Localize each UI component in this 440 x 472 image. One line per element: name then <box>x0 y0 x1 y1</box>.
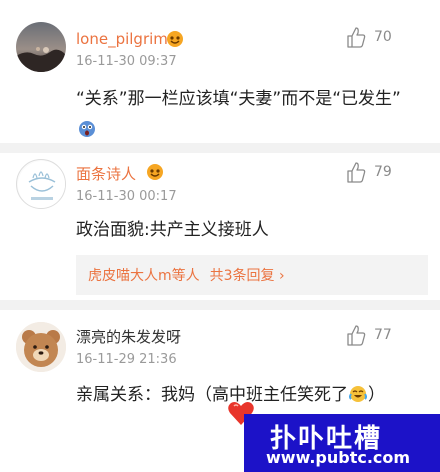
like-button[interactable]: 77 <box>346 324 392 346</box>
thumbs-up-icon <box>347 162 366 183</box>
replies-users: 虎皮喵大人m等人 <box>88 268 200 284</box>
laughing-tears-emoji-icon <box>349 383 367 414</box>
like-button[interactable]: 79 <box>346 161 392 183</box>
watermark-url: www.pubtc.com <box>266 448 411 467</box>
comment-text: 政治面貌:共产主义接班人 <box>76 220 269 240</box>
vip-badge-icon <box>166 30 184 48</box>
avatar[interactable] <box>16 322 66 372</box>
like-count: 77 <box>374 327 392 343</box>
avatar[interactable] <box>16 22 66 72</box>
like-count: 70 <box>374 29 392 45</box>
replies-count: 共3条回复 › <box>209 268 285 284</box>
like-button[interactable]: 70 <box>346 26 392 48</box>
comment-2: 面条诗人 16-11-30 00:17 79 政治面貌:共产主义接班人 虎皮喵大… <box>0 153 440 308</box>
comment-text: “关系”那一栏应该填“夫妻”而不是“已发生” <box>76 84 416 149</box>
username[interactable]: 漂亮的朱发发呀 <box>76 326 181 347</box>
thumbs-up-icon <box>347 325 366 346</box>
timestamp: 16-11-29 21:36 <box>76 352 177 367</box>
username[interactable]: 面条诗人 <box>76 163 136 184</box>
thumbs-up-icon <box>347 27 366 48</box>
separator <box>0 143 440 153</box>
timestamp: 16-11-30 09:37 <box>76 54 177 69</box>
separator <box>0 300 440 310</box>
timestamp: 16-11-30 00:17 <box>76 189 177 204</box>
watermark-banner: 扑卟吐槽 www.pubtc.com <box>244 414 440 472</box>
username[interactable]: lone_pilgrim <box>76 30 168 48</box>
replies-link[interactable]: 虎皮喵大人m等人 共3条回复 › <box>76 255 428 295</box>
vip-badge-icon <box>146 163 164 181</box>
comment-1: lone_pilgrim 16-11-30 09:37 70 “关系”那一栏应该… <box>0 0 440 150</box>
avatar[interactable] <box>16 159 66 209</box>
like-count: 79 <box>374 164 392 180</box>
